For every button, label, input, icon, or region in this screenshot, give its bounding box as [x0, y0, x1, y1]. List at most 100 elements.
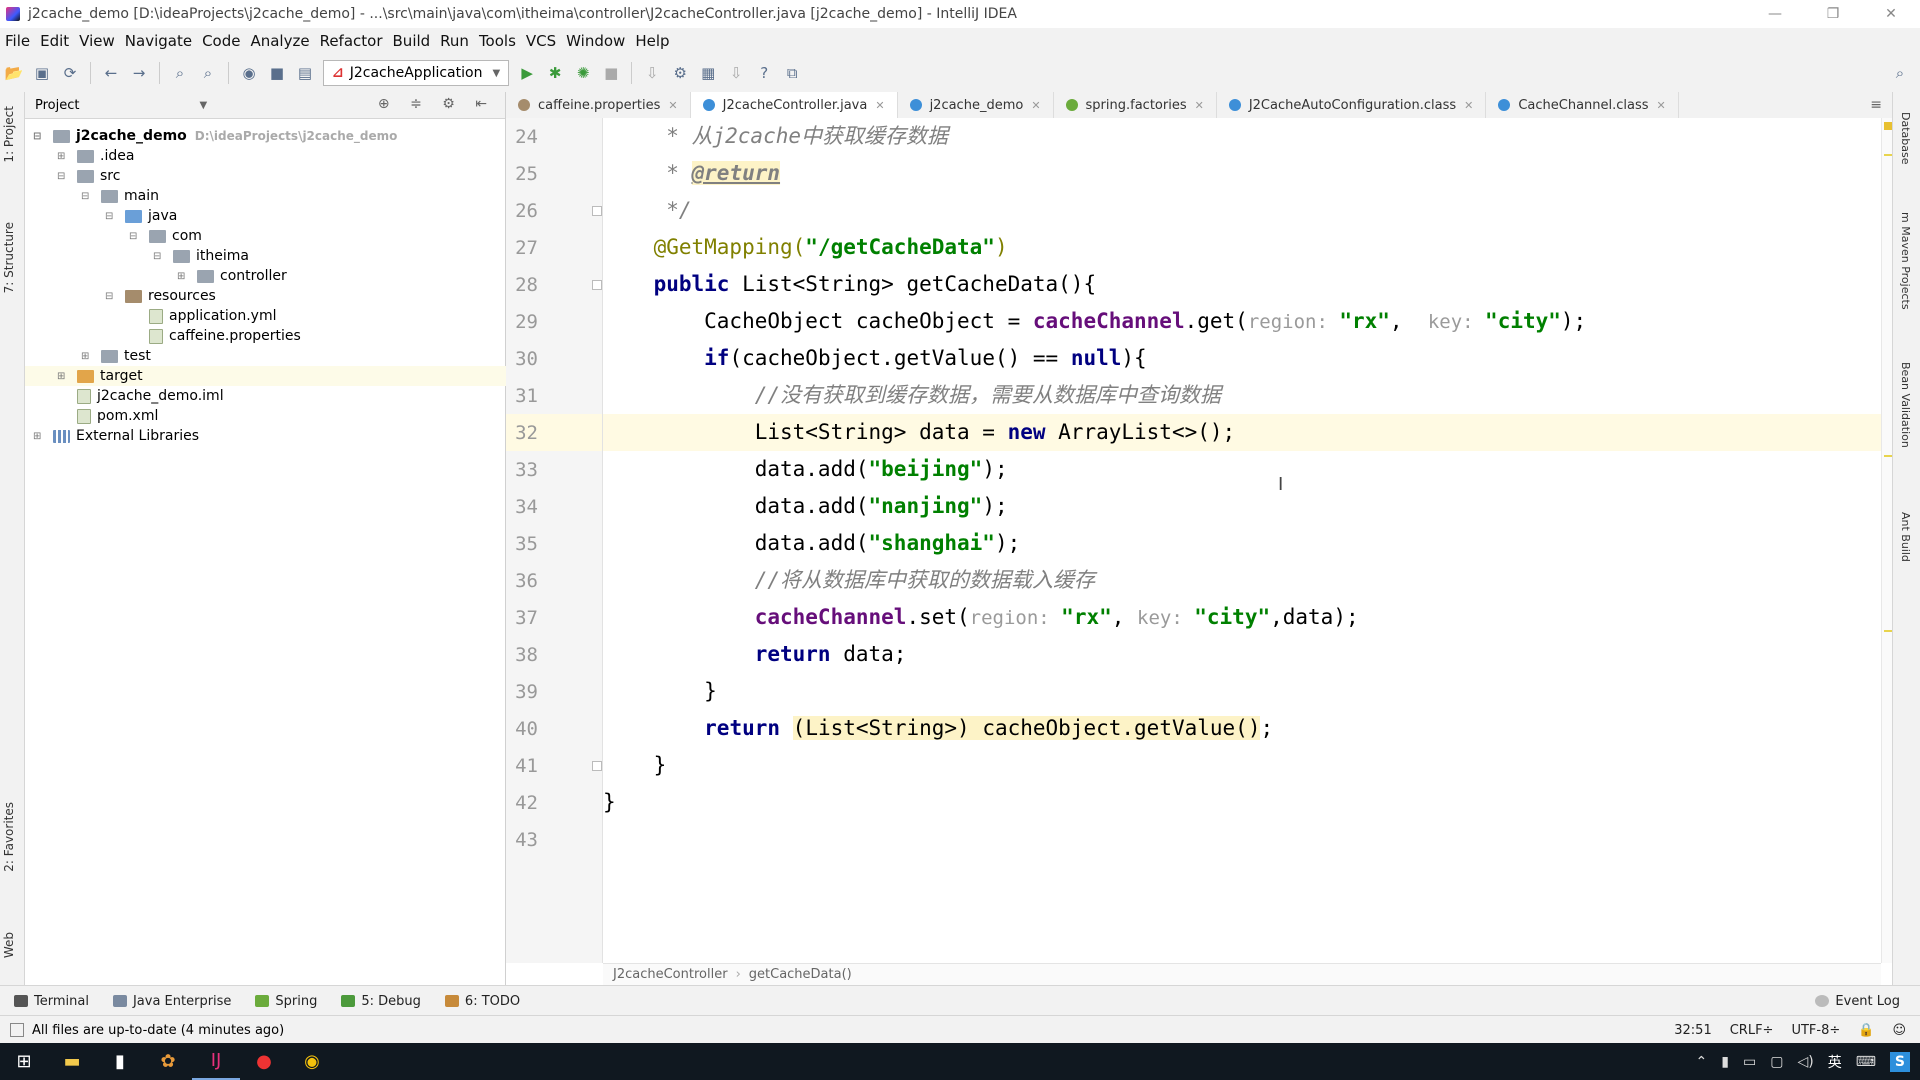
collapse-icon[interactable]: ⊟ [105, 211, 115, 222]
minimize-button[interactable]: — [1746, 0, 1804, 28]
microphone-icon[interactable]: ▮ [1721, 1054, 1729, 1070]
clip-icon[interactable]: ▤ [295, 63, 315, 83]
menu-item-build[interactable]: Build [388, 32, 436, 50]
line-separator[interactable]: CRLF÷ [1730, 1023, 1774, 1038]
tree-item[interactable]: caffeine.properties [129, 326, 301, 346]
intellij-taskbar-icon[interactable]: IJ [192, 1043, 240, 1080]
stop-icon[interactable]: ■ [267, 63, 287, 83]
right-tool-tab[interactable]: m Maven Projects [1899, 212, 1912, 310]
collapse-icon[interactable]: ⊟ [81, 191, 91, 202]
right-tool-tab[interactable]: Bean Validation [1899, 362, 1912, 448]
tree-item[interactable]: ⊟ src [57, 166, 120, 186]
caret-position[interactable]: 32:51 [1674, 1023, 1711, 1038]
settings-icon[interactable]: ⚙ [670, 63, 690, 83]
tree-item[interactable]: ⊟ resources [105, 286, 216, 306]
plugin-icon[interactable]: ⧉ [782, 63, 802, 83]
chevron-up-icon[interactable]: ⌃ [1696, 1054, 1708, 1070]
close-tab-icon[interactable]: ✕ [668, 99, 677, 112]
code-line[interactable]: //将从数据库中获取的数据载入缓存 [603, 562, 1881, 599]
tool-tab-web[interactable]: Web [2, 932, 16, 958]
maximize-button[interactable]: ❐ [1804, 0, 1862, 28]
menu-item-view[interactable]: View [74, 32, 120, 50]
close-tab-icon[interactable]: ✕ [1657, 99, 1666, 112]
code-line[interactable]: data.add("nanjing"); [603, 488, 1881, 525]
fold-marker-icon[interactable] [592, 206, 602, 216]
close-button[interactable]: ✕ [1862, 0, 1920, 28]
close-tab-icon[interactable]: ✕ [1031, 99, 1040, 112]
tree-item[interactable]: ⊟ com [129, 226, 202, 246]
fold-marker-icon[interactable] [592, 761, 602, 771]
code-editor[interactable]: * 从j2cache中获取缓存数据 * @return */ @GetMappi… [603, 118, 1881, 963]
file-explorer-icon[interactable]: ▬ [48, 1043, 96, 1080]
code-line[interactable] [603, 821, 1881, 858]
tab-list-menu-icon[interactable]: ≡ [1860, 97, 1892, 113]
expand-icon[interactable]: ⊞ [33, 431, 43, 442]
code-line[interactable]: //没有获取到缓存数据，需要从数据库中查询数据 [603, 377, 1881, 414]
code-line[interactable]: List<String> data = new ArrayList<>(); [603, 414, 1881, 451]
code-line[interactable]: return data; [603, 636, 1881, 673]
breadcrumb-class[interactable]: J2cacheController [613, 967, 728, 982]
toggle-tool-windows-icon[interactable] [10, 1023, 24, 1037]
vcs-update-icon[interactable]: ⇩ [642, 63, 662, 83]
menu-item-edit[interactable]: Edit [35, 32, 74, 50]
menu-item-file[interactable]: File [0, 32, 35, 50]
build-icon[interactable]: ◉ [239, 63, 259, 83]
chevron-down-icon[interactable]: ▼ [199, 100, 207, 111]
breadcrumb-method[interactable]: getCacheData() [749, 967, 852, 982]
help-icon[interactable]: ? [754, 63, 774, 83]
chrome-icon[interactable]: ◉ [288, 1043, 336, 1080]
warning-marker[interactable] [1884, 154, 1892, 156]
code-line[interactable]: public List<String> getCacheData(){ [603, 266, 1881, 303]
menu-item-navigate[interactable]: Navigate [120, 32, 197, 50]
editor-tab[interactable]: J2cacheController.java ✕ [690, 92, 898, 118]
notepad-icon[interactable]: ▮ [96, 1043, 144, 1080]
code-line[interactable]: data.add("beijing"); [603, 451, 1881, 488]
menu-item-window[interactable]: Window [561, 32, 630, 50]
menu-item-help[interactable]: Help [630, 32, 674, 50]
tool-tab-project[interactable]: 1: Project [2, 106, 16, 163]
menu-item-vcs[interactable]: VCS [521, 32, 561, 50]
volume-icon[interactable]: ◁) [1797, 1054, 1813, 1070]
collapse-icon[interactable]: ⊟ [33, 131, 43, 142]
tree-item[interactable]: j2cache_demo.iml [57, 386, 224, 406]
app-launcher-icon[interactable]: ✿ [144, 1043, 192, 1080]
editor-tab[interactable]: spring.factories ✕ [1054, 92, 1217, 118]
menu-item-refactor[interactable]: Refactor [315, 32, 388, 50]
tree-item[interactable]: ⊟ main [81, 186, 159, 206]
close-tab-icon[interactable]: ✕ [875, 99, 884, 112]
tree-item[interactable]: ⊞ .idea [57, 146, 134, 166]
tree-item[interactable]: ⊟ j2cache_demo D:\ideaProjects\j2cache_dem… [33, 126, 397, 146]
save-icon[interactable]: ▣ [32, 63, 52, 83]
forward-icon[interactable]: → [129, 63, 149, 83]
coverage-icon[interactable]: ✺ [573, 63, 593, 83]
network-icon[interactable]: ▢ [1770, 1054, 1783, 1070]
collapse-icon[interactable]: ⊟ [153, 251, 163, 262]
right-tool-tab[interactable]: Database [1899, 112, 1912, 165]
expand-icon[interactable]: ⊞ [81, 351, 91, 362]
expand-icon[interactable]: ⊞ [57, 371, 67, 382]
tool-tab-structure[interactable]: 7: Structure [2, 222, 16, 293]
expand-icon[interactable]: ⊞ [57, 151, 67, 162]
project-panel-tools[interactable]: ⊕ ≑ ⚙ ⇤ [378, 96, 495, 112]
code-line[interactable]: return (List<String>) cacheObject.getVal… [603, 710, 1881, 747]
debug-icon[interactable]: ✱ [545, 63, 565, 83]
code-line[interactable]: cacheChannel.set(region: "rx", key: "cit… [603, 599, 1881, 636]
sync-icon[interactable]: ⟳ [60, 63, 80, 83]
inspection-marker[interactable] [1884, 122, 1892, 130]
tool-window-button[interactable]: 6: TODO [444, 994, 520, 1009]
replace-icon[interactable]: ⌕ [198, 63, 218, 83]
close-tab-icon[interactable]: ✕ [1195, 99, 1204, 112]
stop-run-icon[interactable]: ■ [601, 63, 621, 83]
code-line[interactable]: */ [603, 192, 1881, 229]
code-line[interactable]: } [603, 747, 1881, 784]
collapse-icon[interactable]: ⊟ [129, 231, 139, 242]
warning-marker[interactable] [1884, 630, 1892, 632]
warning-marker[interactable] [1884, 455, 1892, 457]
fold-marker-icon[interactable] [592, 280, 602, 290]
expand-icon[interactable]: ⊞ [177, 271, 187, 282]
menu-item-run[interactable]: Run [435, 32, 474, 50]
code-line[interactable]: @GetMapping("/getCacheData") [603, 229, 1881, 266]
code-line[interactable]: } [603, 784, 1881, 821]
editor-tab[interactable]: j2cache_demo ✕ [898, 92, 1054, 118]
tree-item[interactable]: ⊞ test [81, 346, 151, 366]
